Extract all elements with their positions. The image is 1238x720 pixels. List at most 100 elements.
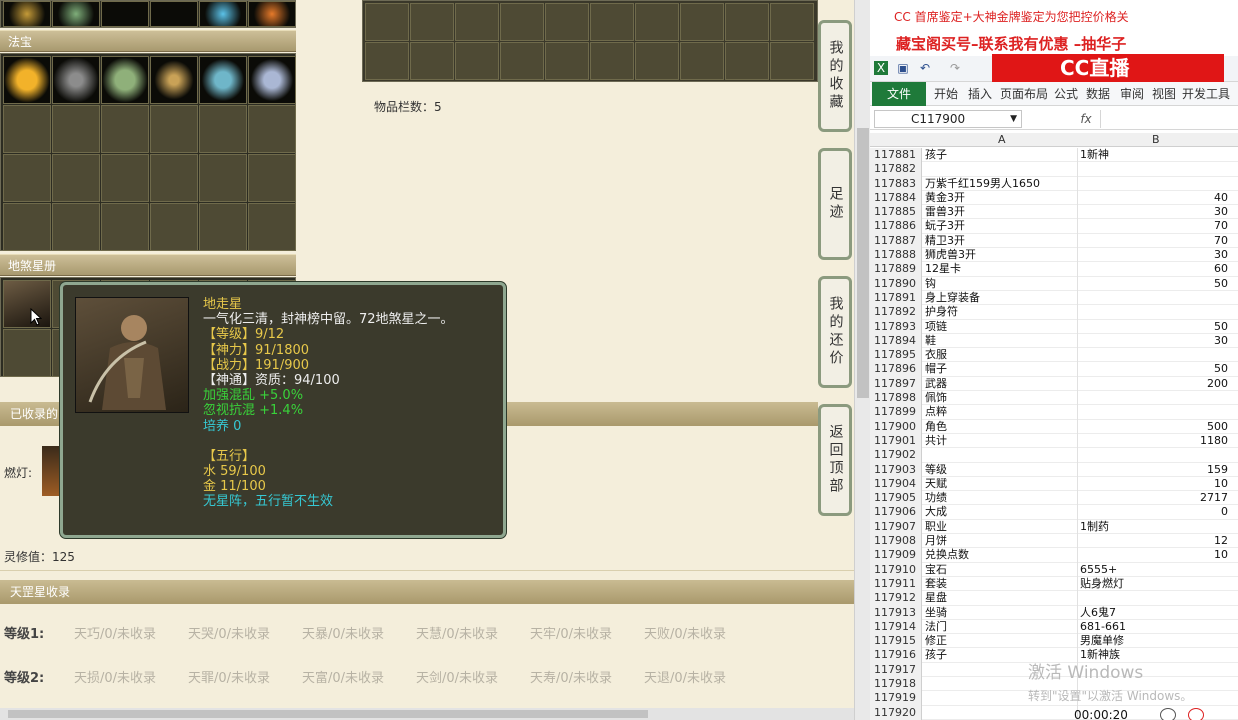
storage-slot[interactable] [770, 3, 814, 41]
storage-slot[interactable] [725, 42, 769, 80]
tab-insert[interactable]: 插入 [968, 82, 992, 106]
scroll-thumb[interactable] [857, 128, 869, 398]
empty-slot[interactable] [52, 154, 100, 202]
cell-b[interactable]: 30 [1080, 334, 1228, 348]
cell-a[interactable]: 佩饰 [925, 391, 1075, 405]
save-icon[interactable]: ▣ [896, 61, 910, 75]
storage-slot[interactable] [455, 42, 499, 80]
storage-slot[interactable] [590, 3, 634, 41]
empty-slot[interactable] [199, 105, 247, 153]
cell-a[interactable]: 功绩 [925, 491, 1075, 505]
item-slot[interactable] [3, 1, 51, 27]
empty-slot[interactable] [52, 105, 100, 153]
tab-data[interactable]: 数据 [1086, 82, 1110, 106]
row-number[interactable]: 117892 [870, 305, 922, 320]
row-number[interactable]: 117911 [870, 576, 922, 592]
tab-home[interactable]: 开始 [934, 82, 958, 106]
fabao-slot[interactable] [150, 56, 198, 104]
tier-item[interactable]: 天损/0/未收录 [74, 664, 156, 694]
tier-item[interactable]: 天牢/0/未收录 [530, 620, 612, 650]
tab-view[interactable]: 视图 [1152, 82, 1176, 106]
row-number[interactable]: 117912 [870, 591, 922, 606]
tier-item[interactable]: 天罪/0/未收录 [188, 664, 270, 694]
cell-a[interactable]: 大成 [925, 505, 1075, 519]
my-favorites-button[interactable]: 我的收藏 [818, 20, 852, 132]
formula-input[interactable] [1100, 110, 1234, 128]
cell-a[interactable]: 宝石 [925, 563, 1075, 577]
item-slot[interactable] [101, 1, 149, 27]
row-number[interactable]: 117881 [870, 148, 922, 163]
stop-icon[interactable] [1188, 708, 1204, 720]
cell-b[interactable]: 10 [1080, 548, 1228, 562]
cell-a[interactable]: 雷兽3开 [925, 205, 1075, 219]
row-number[interactable]: 117899 [870, 405, 922, 420]
storage-slot[interactable] [545, 42, 589, 80]
cell-b[interactable]: 500 [1080, 420, 1228, 434]
row-number[interactable]: 117893 [870, 319, 922, 334]
storage-slot[interactable] [410, 42, 454, 80]
cell-a[interactable]: 共计 [925, 434, 1075, 448]
empty-slot[interactable] [3, 203, 51, 251]
scroll-thumb[interactable] [8, 710, 648, 718]
cell-b[interactable]: 159 [1080, 463, 1228, 477]
cell-a[interactable]: 修正 [925, 634, 1075, 648]
cell-a[interactable]: 万紫千红159男人1650 [925, 177, 1075, 191]
cell-b[interactable]: 50 [1080, 277, 1228, 291]
row-number[interactable]: 117915 [870, 634, 922, 649]
fabao-slot[interactable] [52, 56, 100, 104]
column-b-header[interactable]: B [1152, 133, 1160, 147]
fabao-slot[interactable] [248, 56, 296, 104]
row-number[interactable]: 117887 [870, 233, 922, 249]
row-number[interactable]: 117885 [870, 205, 922, 220]
pause-icon[interactable] [1160, 708, 1176, 720]
tier-item[interactable]: 天慧/0/未收录 [416, 620, 498, 650]
cell-a[interactable]: 项链 [925, 320, 1075, 334]
chevron-down-icon[interactable]: ▼ [1010, 111, 1017, 127]
cell-a[interactable]: 法门 [925, 620, 1075, 634]
tab-review[interactable]: 审阅 [1120, 82, 1144, 106]
cell-b[interactable]: 1新神 [1080, 148, 1228, 162]
back-to-top-button[interactable]: 返回顶部 [818, 404, 852, 516]
cell-b[interactable]: 人6鬼7 [1080, 606, 1228, 620]
undo-icon[interactable]: ↶ [918, 61, 932, 75]
empty-slot[interactable] [199, 203, 247, 251]
fabao-slot[interactable] [199, 56, 247, 104]
cell-a[interactable]: 精卫3开 [925, 234, 1075, 248]
row-number[interactable]: 117897 [870, 376, 922, 392]
storage-slot[interactable] [365, 3, 409, 41]
row-number[interactable]: 117904 [870, 476, 922, 492]
cell-a[interactable]: 衣服 [925, 348, 1075, 362]
cell-a[interactable]: 武器 [925, 377, 1075, 391]
cell-a[interactable]: 套装 [925, 577, 1075, 591]
row-number[interactable]: 117916 [870, 648, 922, 663]
tab-developer[interactable]: 开发工具 [1182, 82, 1230, 106]
cell-b[interactable]: 贴身燃灯 [1080, 577, 1228, 591]
tier-item[interactable]: 天剑/0/未收录 [416, 664, 498, 694]
cell-a[interactable]: 点粹 [925, 405, 1075, 419]
item-slot[interactable] [52, 1, 100, 27]
cell-a[interactable]: 12星卡 [925, 262, 1075, 276]
empty-slot[interactable] [101, 203, 149, 251]
storage-slot[interactable] [680, 42, 724, 80]
tier-item[interactable]: 天富/0/未收录 [302, 664, 384, 694]
row-number[interactable]: 117920 [870, 705, 922, 720]
tier-item[interactable]: 天巧/0/未收录 [74, 620, 156, 650]
storage-slot[interactable] [365, 42, 409, 80]
cell-a[interactable]: 护身符 [925, 305, 1075, 319]
item-slot[interactable] [150, 1, 198, 27]
tab-formulas[interactable]: 公式 [1054, 82, 1078, 106]
horizontal-scrollbar[interactable] [0, 708, 854, 720]
cell-a[interactable]: 钩 [925, 277, 1075, 291]
cell-b[interactable]: 1180 [1080, 434, 1228, 448]
cell-b[interactable]: 30 [1080, 248, 1228, 262]
storage-slot[interactable] [455, 3, 499, 41]
row-number[interactable]: 117909 [870, 548, 922, 563]
storage-slot[interactable] [635, 42, 679, 80]
tier-item[interactable]: 天败/0/未收录 [644, 620, 726, 650]
tab-page-layout[interactable]: 页面布局 [1000, 82, 1048, 106]
cell-a[interactable]: 月饼 [925, 534, 1075, 548]
empty-slot[interactable] [150, 105, 198, 153]
disha-star-slot[interactable] [3, 280, 51, 328]
cell-b[interactable]: 50 [1080, 320, 1228, 334]
storage-slot[interactable] [500, 42, 544, 80]
